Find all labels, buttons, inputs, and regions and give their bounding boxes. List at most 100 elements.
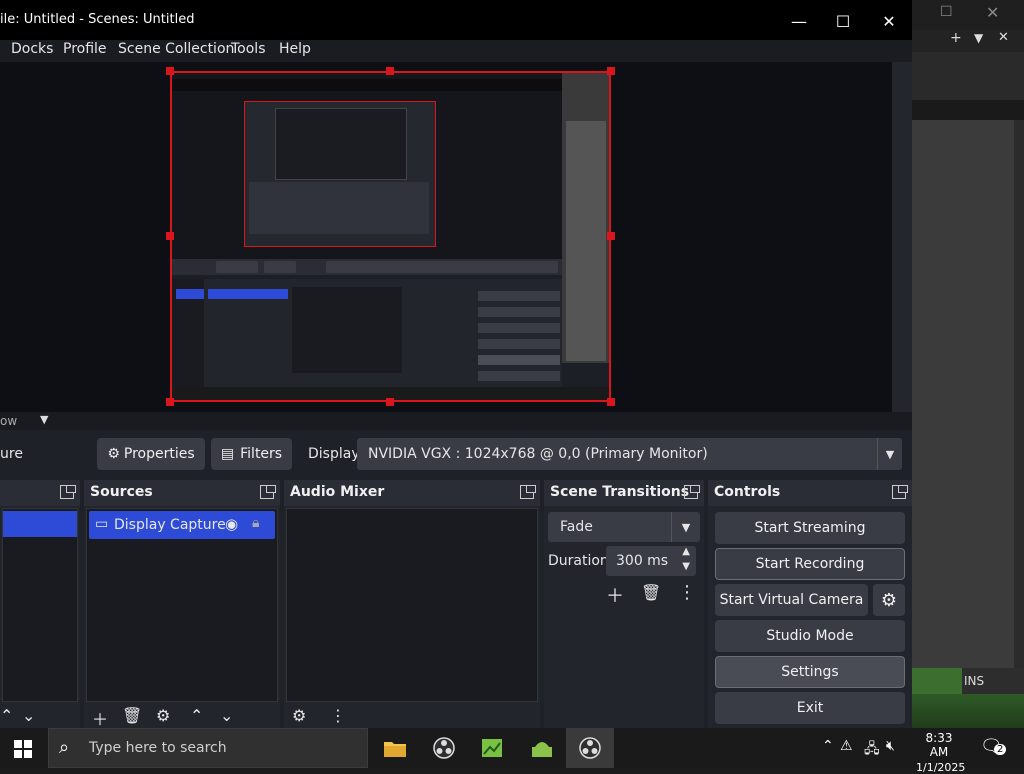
chevron-down-icon: ▼ [877, 438, 902, 470]
windows-start-button[interactable] [14, 740, 32, 758]
gear-icon: ⚙ [107, 446, 120, 462]
network-icon[interactable]: 🖧︎ [864, 738, 880, 762]
trash-icon[interactable]: 🗑︎ [641, 583, 661, 602]
add-icon[interactable]: ＋ [92, 706, 108, 728]
background-window: ☐ ✕ + ▼ ✕ INS [912, 0, 1024, 728]
minimize-button[interactable]: — [776, 8, 822, 34]
spreadsheet-icon [482, 739, 502, 757]
eye-icon[interactable]: ◉ [225, 515, 238, 533]
menu-tools[interactable]: Tools [231, 41, 266, 57]
preview-mode-label: ow [0, 414, 18, 428]
background-maximize-icon[interactable]: ☐ [940, 4, 953, 20]
list-item[interactable]: ▭ Display Capture ◉ 🔒︎ [89, 511, 275, 539]
new-tab-icon[interactable]: + [950, 30, 962, 46]
scenes-list[interactable] [2, 508, 78, 702]
obs-window: ile: Untitled - Scenes: Untitled — ☐ ✕ D… [0, 0, 912, 728]
start-streaming-button[interactable]: Start Streaming [715, 512, 905, 544]
search-icon: ⌕ [59, 737, 70, 758]
undock-icon[interactable] [260, 485, 276, 499]
sources-list[interactable]: ▭ Display Capture ◉ 🔒︎ [86, 508, 278, 702]
audio-mixer-title: Audio Mixer [290, 484, 385, 500]
duration-spinbox[interactable]: 300 ms ▲ ▼ [606, 546, 696, 576]
resize-handle-top-right[interactable] [607, 67, 615, 75]
speaker-muted-icon[interactable]: 🔇︎ [886, 738, 895, 754]
taskbar-app-android[interactable] [518, 728, 566, 768]
network-warning-icon[interactable]: ⚠ [840, 738, 853, 754]
preview-horizontal-bar: ow ▼ [0, 412, 912, 430]
resize-handle-right[interactable] [607, 232, 615, 240]
notification-count: 2 [994, 744, 1007, 755]
background-panel [912, 120, 1015, 670]
chevron-down-icon[interactable]: ▼ [40, 413, 48, 426]
chevron-up-icon[interactable]: ⌃ [822, 738, 834, 754]
menu-profile[interactable]: Profile [63, 41, 107, 57]
audio-settings-icon[interactable]: ⚙ [292, 706, 306, 725]
properties-button[interactable]: ⚙ Properties [97, 438, 205, 470]
title-bar: ile: Untitled - Scenes: Untitled — ☐ ✕ [0, 0, 912, 40]
settings-button[interactable]: Settings [715, 656, 905, 688]
folder-icon [384, 742, 406, 757]
filters-button[interactable]: ▤ Filters [211, 438, 292, 470]
controls-title: Controls [714, 484, 781, 500]
resize-handle-bottom[interactable] [386, 398, 394, 406]
chevron-up-icon[interactable]: ⌃ [0, 706, 13, 725]
background-statusbar: INS [912, 668, 1024, 694]
more-vertical-icon[interactable]: ⋮ [330, 706, 346, 725]
resize-handle-top-left[interactable] [166, 67, 174, 75]
display-select[interactable]: NVIDIA VGX : 1024x768 @ 0,0 (Primary Mon… [357, 438, 902, 470]
virtual-camera-settings-button[interactable]: ⚙ [873, 584, 905, 616]
transition-select[interactable]: Fade ▼ [548, 512, 700, 542]
taskbar-obs-active[interactable] [566, 728, 614, 768]
undock-icon[interactable] [520, 485, 536, 499]
maximize-button[interactable]: ☐ [820, 8, 866, 34]
maximize-icon: ☐ [835, 11, 851, 31]
resize-handle-bottom-right[interactable] [607, 398, 615, 406]
chevron-up-icon[interactable]: ▲ [682, 546, 690, 557]
taskbar-app-green[interactable] [468, 728, 516, 768]
menu-help[interactable]: Help [279, 41, 311, 57]
display-capture-preview[interactable] [170, 71, 611, 402]
studio-mode-button[interactable]: Studio Mode [715, 620, 905, 652]
scenes-dock: ⌃ ⌄ [0, 480, 80, 728]
start-virtual-camera-button[interactable]: Start Virtual Camera [715, 584, 868, 616]
more-vertical-icon[interactable]: ⋮ [678, 582, 696, 603]
taskbar-file-explorer[interactable] [371, 728, 419, 768]
undock-icon[interactable] [892, 485, 908, 499]
start-recording-button[interactable]: Start Recording [715, 548, 905, 580]
gear-icon[interactable]: ⚙ [156, 706, 170, 725]
close-button[interactable]: ✕ [866, 8, 912, 34]
gear-icon: ⚙ [880, 589, 898, 611]
taskbar-search[interactable]: ⌕ Type here to search [48, 728, 368, 768]
notification-center-button[interactable]: 🗨︎ 2 [980, 736, 1008, 760]
chevron-down-icon[interactable]: ▼ [682, 561, 690, 572]
windows-logo-icon [14, 740, 32, 758]
chevron-down-icon[interactable]: ⌄ [220, 706, 233, 725]
resize-handle-left[interactable] [166, 232, 174, 240]
menu-bar: Docks Profile Scene Collection Tools Hel… [0, 40, 912, 62]
dropdown-icon[interactable]: ▼ [974, 31, 983, 45]
exit-button[interactable]: Exit [715, 692, 905, 724]
trash-icon[interactable]: 🗑︎ [122, 706, 142, 725]
list-item[interactable] [3, 511, 77, 537]
search-placeholder: Type here to search [89, 740, 227, 756]
preview-scrollbar[interactable] [892, 62, 912, 412]
chevron-up-icon[interactable]: ⌃ [190, 706, 203, 725]
taskbar-obs[interactable] [420, 728, 468, 768]
chevron-down-icon[interactable]: ⌄ [22, 706, 35, 725]
background-tabstrip: + ▼ ✕ [912, 30, 1024, 52]
background-tab-close-icon[interactable]: ✕ [998, 30, 1009, 45]
resize-handle-bottom-left[interactable] [166, 398, 174, 406]
resize-handle-top[interactable] [386, 67, 394, 75]
lock-icon[interactable]: 🔒︎ [252, 515, 259, 531]
undock-icon[interactable] [684, 485, 700, 499]
background-close-icon[interactable]: ✕ [986, 3, 999, 22]
source-name: Display Capture [114, 517, 226, 533]
background-titlebar: ☐ ✕ [912, 0, 1024, 30]
add-icon[interactable]: ＋ [606, 582, 624, 608]
undock-icon[interactable] [60, 485, 76, 499]
filter-icon: ▤ [220, 446, 235, 462]
menu-scene-collection[interactable]: Scene Collection [118, 41, 234, 57]
menu-docks[interactable]: Docks [11, 41, 53, 57]
obs-icon [433, 737, 455, 759]
source-name-label: ure [0, 446, 23, 462]
